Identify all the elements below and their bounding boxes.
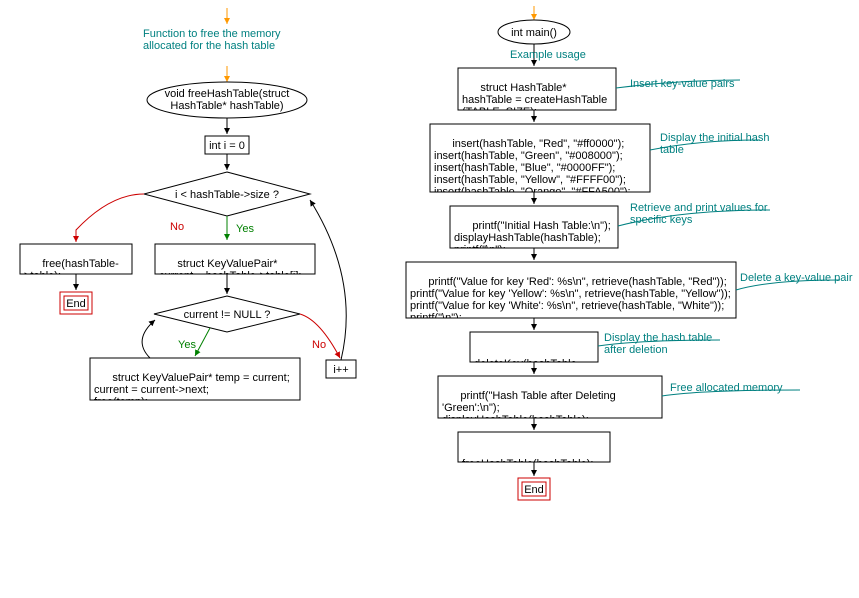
start-free-label: void freeHashTable(struct HashTable* has…: [165, 88, 290, 112]
comment-delete: Delete a key-value pair: [740, 272, 853, 284]
comment-free-func: Function to free the memory allocated fo…: [143, 28, 284, 52]
comment-usage: Example usage: [510, 49, 586, 61]
block-create-label: struct HashTable* hashTable = createHash…: [462, 82, 610, 110]
no-label-2: No: [312, 339, 326, 351]
yes-label-2: Yes: [178, 339, 196, 351]
cond-null-label: current != NULL ?: [184, 309, 271, 321]
comment-free: Free allocated memory: [670, 382, 783, 394]
comment-display1: Display the initial hash table: [660, 132, 769, 156]
inc-i-label: i++: [333, 364, 348, 376]
flowchart-canvas: Function to free the memory allocated fo…: [0, 0, 859, 598]
cond-size-label: i < hashTable->size ?: [175, 189, 279, 201]
no-label-1: No: [170, 221, 184, 233]
start-main-label: int main(): [511, 27, 557, 39]
svg-text:End: End: [524, 484, 544, 496]
free-block-label: free(hashTable->table); free(hashTable);: [24, 258, 119, 274]
comment-retrieve: Retrieve and print values for specific k…: [630, 202, 768, 226]
comment-display2: Display the hash table after deletion: [604, 332, 712, 356]
block-print1-label: printf("Initial Hash Table:\n"); display…: [454, 220, 611, 248]
yes-label-1: Yes: [236, 223, 254, 235]
block-retrieve-label: printf("Value for key 'Red': %s\n", retr…: [410, 276, 731, 318]
block-print2-label: printf("Hash Table after Deleting 'Green…: [442, 390, 619, 418]
comment-insert: Insert key-value pairs: [630, 78, 735, 90]
assign-current-label: struct KeyValuePair* current = hashTable…: [159, 258, 301, 274]
end-left-1: End: [60, 292, 92, 314]
svg-text:End: End: [66, 298, 86, 310]
block-free-label: freeHashTable(hashTable); return 0;: [462, 458, 593, 462]
block-delete-label: deleteKey(hashTable, "Green");: [474, 358, 583, 362]
body-temp-label: struct KeyValuePair* temp = current; cur…: [94, 372, 290, 400]
init-i-label: int i = 0: [209, 140, 245, 152]
block-insert-label: insert(hashTable, "Red", "#ff0000"); ins…: [434, 138, 631, 192]
end-right: End: [518, 478, 550, 500]
